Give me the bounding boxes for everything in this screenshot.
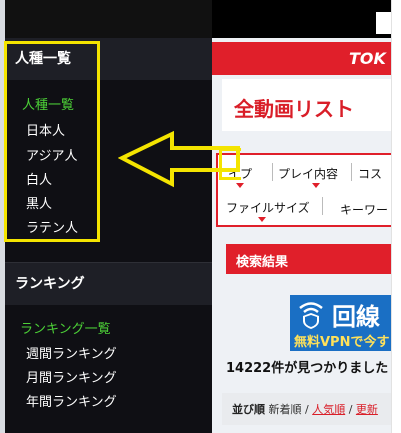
sidebar-section-ranking-header: ランキング — [5, 263, 212, 305]
main-content: TOK 全動画リスト イプ プレイ内容 コス ファイルサイズ キーワー 検索結果 — [212, 0, 391, 433]
sidebar-item-weekly-ranking[interactable]: 週間ランキング — [26, 343, 117, 362]
sidebar-item-monthly-ranking[interactable]: 月間ランキング — [26, 367, 117, 386]
top-search-input[interactable] — [376, 12, 391, 34]
search-results-header: 検索結果 — [226, 244, 391, 274]
vpn-ad-tagline: 無料VPNで今す — [294, 335, 390, 350]
page-title-box: 全動画リスト — [222, 79, 391, 131]
vpn-ad-headline: 回線 — [332, 303, 380, 331]
browser-viewport: 人種一覧 人種一覧 日本人 アジア人 白人 黒人 ラテン人 ランキング ランキン… — [0, 0, 391, 433]
sidebar-top-bar — [5, 0, 212, 38]
scrollbar[interactable] — [391, 0, 401, 433]
sort-popular[interactable]: 人気順 — [312, 403, 345, 416]
sort-options: 並び順 新着順 / 人気順 / 更新 — [232, 403, 378, 416]
filter-cos[interactable]: コス — [358, 165, 382, 182]
vpn-ad-banner[interactable]: 回線 無料VPNで今す — [290, 295, 391, 351]
top-bar — [212, 0, 391, 38]
filter-separator — [272, 163, 273, 181]
sort-new[interactable]: 新着順 — [269, 403, 302, 416]
filter-keyword[interactable]: キーワー — [340, 201, 388, 218]
result-count: 14222件が見つかりました — [226, 361, 389, 376]
chevron-down-icon — [312, 183, 320, 188]
search-results-title: 検索結果 — [236, 255, 289, 270]
chevron-down-icon — [258, 217, 266, 222]
page-title: 全動画リスト — [234, 97, 354, 121]
brand-banner: TOK — [212, 42, 391, 75]
sort-label: 並び順 — [232, 403, 265, 416]
filter-play[interactable]: プレイ内容 — [278, 165, 338, 182]
sort-updated[interactable]: 更新 — [356, 403, 378, 416]
sidebar-item-ranking-list[interactable]: ランキング一覧 — [20, 318, 111, 337]
left-arrow-icon — [118, 130, 240, 188]
brand-logo[interactable]: TOK — [349, 49, 386, 68]
filter-separator — [322, 197, 323, 215]
sidebar-section-title: ランキング — [15, 276, 85, 292]
highlight-box — [4, 41, 100, 242]
filter-filesize[interactable]: ファイルサイズ — [226, 199, 310, 216]
filter-separator — [351, 163, 352, 181]
sort-bar: 並び順 新着順 / 人気順 / 更新 — [222, 393, 391, 425]
vpn-shield-icon — [299, 302, 323, 329]
sidebar-item-yearly-ranking[interactable]: 年間ランキング — [26, 391, 117, 410]
